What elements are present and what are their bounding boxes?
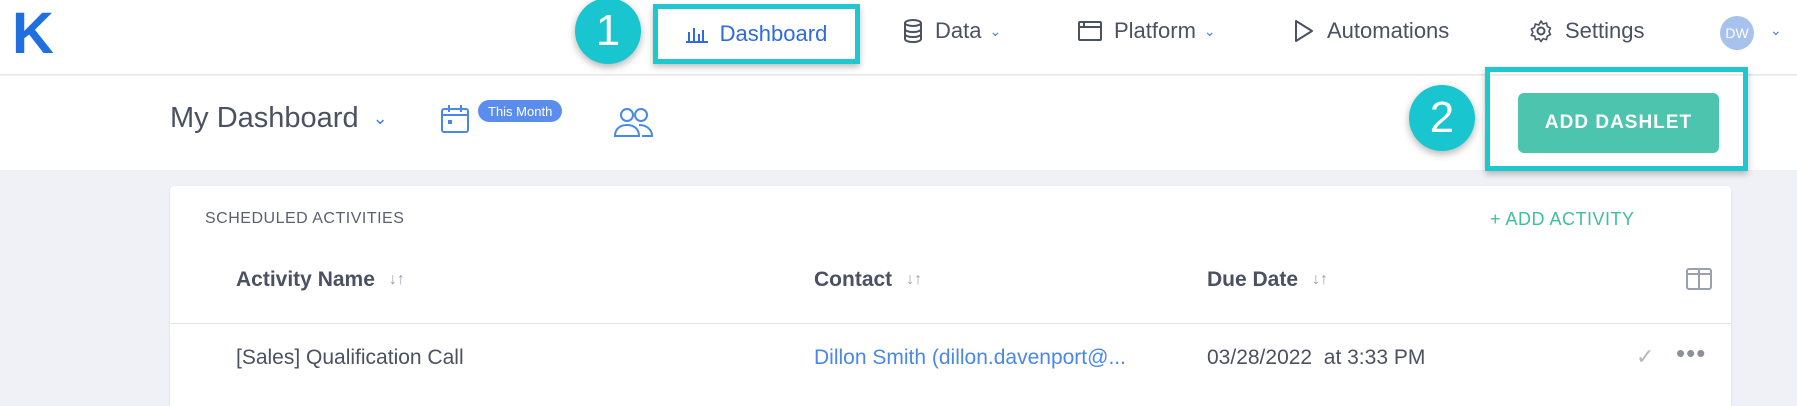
- date-range-badge[interactable]: This Month: [478, 100, 563, 122]
- step-2-marker: 2: [1409, 85, 1475, 151]
- users-icon[interactable]: [612, 106, 656, 143]
- database-icon: [904, 19, 922, 43]
- gear-icon: [1530, 20, 1552, 43]
- sort-icon: ↓↑: [388, 271, 405, 288]
- add-dashlet-button[interactable]: ADD DASHLET: [1518, 93, 1719, 153]
- nav-platform-label: Platform: [1114, 18, 1196, 43]
- column-header-activity[interactable]: Activity Name ↓↑: [236, 268, 405, 292]
- nav-platform[interactable]: Platform ⌄: [1078, 14, 1216, 48]
- chevron-down-icon: ⌄: [372, 108, 388, 128]
- check-icon[interactable]: ✓: [1636, 344, 1654, 370]
- nav-settings-label: Settings: [1565, 18, 1645, 43]
- contact-link[interactable]: Dillon Smith (dillon.davenport@...: [814, 346, 1126, 370]
- top-navbar: K 1 Dashboard Data ⌄ Platform ⌄ Automati…: [0, 0, 1797, 75]
- nav-dashboard-label: Dashboard: [719, 21, 828, 46]
- nav-data-label: Data: [935, 18, 982, 43]
- user-avatar[interactable]: DW: [1720, 16, 1754, 50]
- column-header-contact[interactable]: Contact ↓↑: [814, 268, 922, 292]
- dashboard-selector[interactable]: My Dashboard ⌄: [170, 102, 388, 135]
- chevron-down-icon: ⌄: [989, 22, 1002, 39]
- sort-icon: ↓↑: [906, 271, 923, 288]
- activity-name-cell: [Sales] Qualification Call: [236, 346, 464, 369]
- nav-automations[interactable]: Automations: [1293, 14, 1449, 48]
- nav-settings[interactable]: Settings: [1529, 14, 1645, 48]
- scheduled-activities-card: SCHEDULED ACTIVITIES + ADD ACTIVITY Acti…: [170, 186, 1731, 406]
- chevron-down-icon[interactable]: ⌄: [1770, 22, 1782, 39]
- card-title: SCHEDULED ACTIVITIES: [205, 210, 405, 227]
- date-range-button[interactable]: [440, 104, 470, 139]
- column-header-due-date[interactable]: Due Date ↓↑: [1207, 268, 1328, 292]
- bar-chart-icon: [685, 28, 708, 43]
- nav-dashboard[interactable]: Dashboard: [653, 4, 860, 64]
- more-options-icon[interactable]: •••: [1676, 338, 1706, 369]
- nav-data[interactable]: Data ⌄: [903, 14, 1001, 48]
- chevron-down-icon: ⌄: [1203, 22, 1216, 39]
- divider: [170, 323, 1731, 324]
- dashboard-title: My Dashboard: [170, 102, 359, 134]
- nav-automations-label: Automations: [1327, 18, 1450, 43]
- window-icon: [1078, 21, 1102, 41]
- sort-icon: ↓↑: [1312, 271, 1329, 288]
- columns-icon[interactable]: [1686, 268, 1712, 295]
- step-1-marker: 1: [575, 0, 641, 64]
- play-icon: [1295, 20, 1313, 42]
- app-logo[interactable]: K: [12, 2, 54, 66]
- add-activity-link[interactable]: + ADD ACTIVITY: [1490, 209, 1635, 230]
- calendar-icon: [441, 105, 469, 133]
- due-date-cell: 03/28/2022 at 3:33 PM: [1207, 346, 1426, 369]
